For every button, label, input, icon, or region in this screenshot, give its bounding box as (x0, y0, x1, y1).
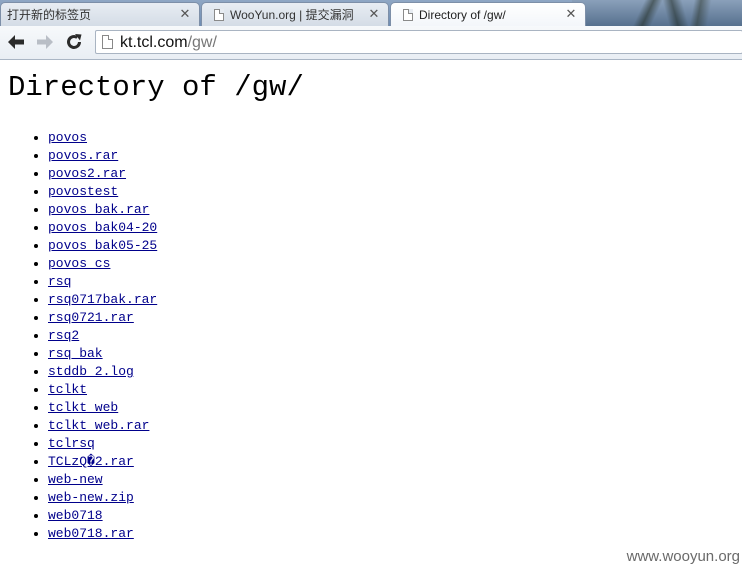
list-item: povos_bak05-25 (48, 237, 157, 255)
file-link[interactable]: povostest (48, 184, 118, 199)
list-item: rsq (48, 273, 157, 291)
list-item: povos.rar (48, 147, 157, 165)
page-icon (102, 35, 113, 49)
tab-title: Directory of /gw/ (419, 7, 506, 22)
file-link[interactable]: povos2.rar (48, 166, 126, 181)
tab-wooyun[interactable]: WooYun.org | 提交漏洞 ✕ (201, 2, 389, 26)
file-link[interactable]: rsq_bak (48, 346, 103, 361)
file-link[interactable]: web-new (48, 472, 103, 487)
back-arrow-icon (8, 35, 24, 49)
list-item: stddb_2.log (48, 363, 157, 381)
list-item: web0718 (48, 507, 157, 525)
file-link[interactable]: rsq0717bak.rar (48, 292, 157, 307)
list-item: web0718.rar (48, 525, 157, 543)
file-link[interactable]: tclrsq (48, 436, 95, 451)
file-link[interactable]: rsq (48, 274, 71, 289)
list-item: povostest (48, 183, 157, 201)
file-link[interactable]: povos.rar (48, 148, 118, 163)
list-item: tclkt (48, 381, 157, 399)
page-title: Directory of /gw/ (8, 71, 304, 104)
page-content: Directory of /gw/ povos povos.rar povos2.r… (0, 60, 742, 566)
list-item: rsq_bak (48, 345, 157, 363)
list-item: tclkt_web (48, 399, 157, 417)
list-item: TCLzQ�2.rar (48, 453, 157, 471)
list-item: web-new (48, 471, 157, 489)
window-frame-background (572, 0, 742, 26)
page-icon (403, 8, 413, 21)
forward-button[interactable] (35, 32, 55, 52)
close-icon[interactable]: ✕ (177, 7, 193, 22)
forward-arrow-icon (37, 35, 53, 49)
list-item: povos_bak04-20 (48, 219, 157, 237)
tab-strip: 打开新的标签页 ✕ WooYun.org | 提交漏洞 ✕ Directory … (0, 0, 742, 26)
file-link[interactable]: povos_bak.rar (48, 202, 149, 217)
file-link[interactable]: web-new.zip (48, 490, 134, 505)
file-link[interactable]: rsq2 (48, 328, 79, 343)
list-item: povos_bak.rar (48, 201, 157, 219)
close-icon[interactable]: ✕ (563, 7, 579, 22)
reload-icon (67, 34, 82, 49)
list-item: povos (48, 129, 157, 147)
close-icon[interactable]: ✕ (366, 7, 382, 22)
file-list: povos povos.rar povos2.rar povostest povos_b… (28, 129, 157, 543)
url-text[interactable]: kt.tcl.com/gw/ (120, 33, 217, 52)
list-item: rsq0721.rar (48, 309, 157, 327)
file-link[interactable]: tclkt_web.rar (48, 418, 149, 433)
file-link[interactable]: povos (48, 130, 87, 145)
url-path: /gw/ (187, 34, 217, 51)
file-link[interactable]: rsq0721.rar (48, 310, 134, 325)
list-item: web-new.zip (48, 489, 157, 507)
file-link[interactable]: web0718 (48, 508, 103, 523)
file-link[interactable]: povos_bak05-25 (48, 238, 157, 253)
browser-toolbar: kt.tcl.com/gw/ (0, 26, 742, 60)
list-item: tclrsq (48, 435, 157, 453)
tab-title: 打开新的标签页 (7, 8, 92, 22)
url-host: kt.tcl.com (120, 34, 188, 51)
watermark: www.wooyun.org (626, 548, 740, 565)
reload-button[interactable] (64, 32, 84, 52)
list-item: povos_cs (48, 255, 157, 273)
address-bar[interactable]: kt.tcl.com/gw/ (95, 30, 742, 54)
file-link[interactable]: stddb_2.log (48, 364, 134, 379)
tab-title: WooYun.org | 提交漏洞 (230, 8, 354, 22)
file-link[interactable]: TCLzQ�2.rar (48, 454, 134, 469)
file-link[interactable]: tclkt (48, 382, 87, 397)
list-item: povos2.rar (48, 165, 157, 183)
file-link[interactable]: povos_bak04-20 (48, 220, 157, 235)
list-item: rsq2 (48, 327, 157, 345)
list-item: tclkt_web.rar (48, 417, 157, 435)
page-icon (214, 8, 224, 21)
file-link[interactable]: povos_cs (48, 256, 110, 271)
file-link[interactable]: web0718.rar (48, 526, 134, 541)
list-item: rsq0717bak.rar (48, 291, 157, 309)
file-link[interactable]: tclkt_web (48, 400, 118, 415)
tab-new-tab[interactable]: 打开新的标签页 ✕ (0, 2, 200, 26)
back-button[interactable] (6, 32, 26, 52)
tab-directory[interactable]: Directory of /gw/ ✕ (390, 2, 586, 26)
